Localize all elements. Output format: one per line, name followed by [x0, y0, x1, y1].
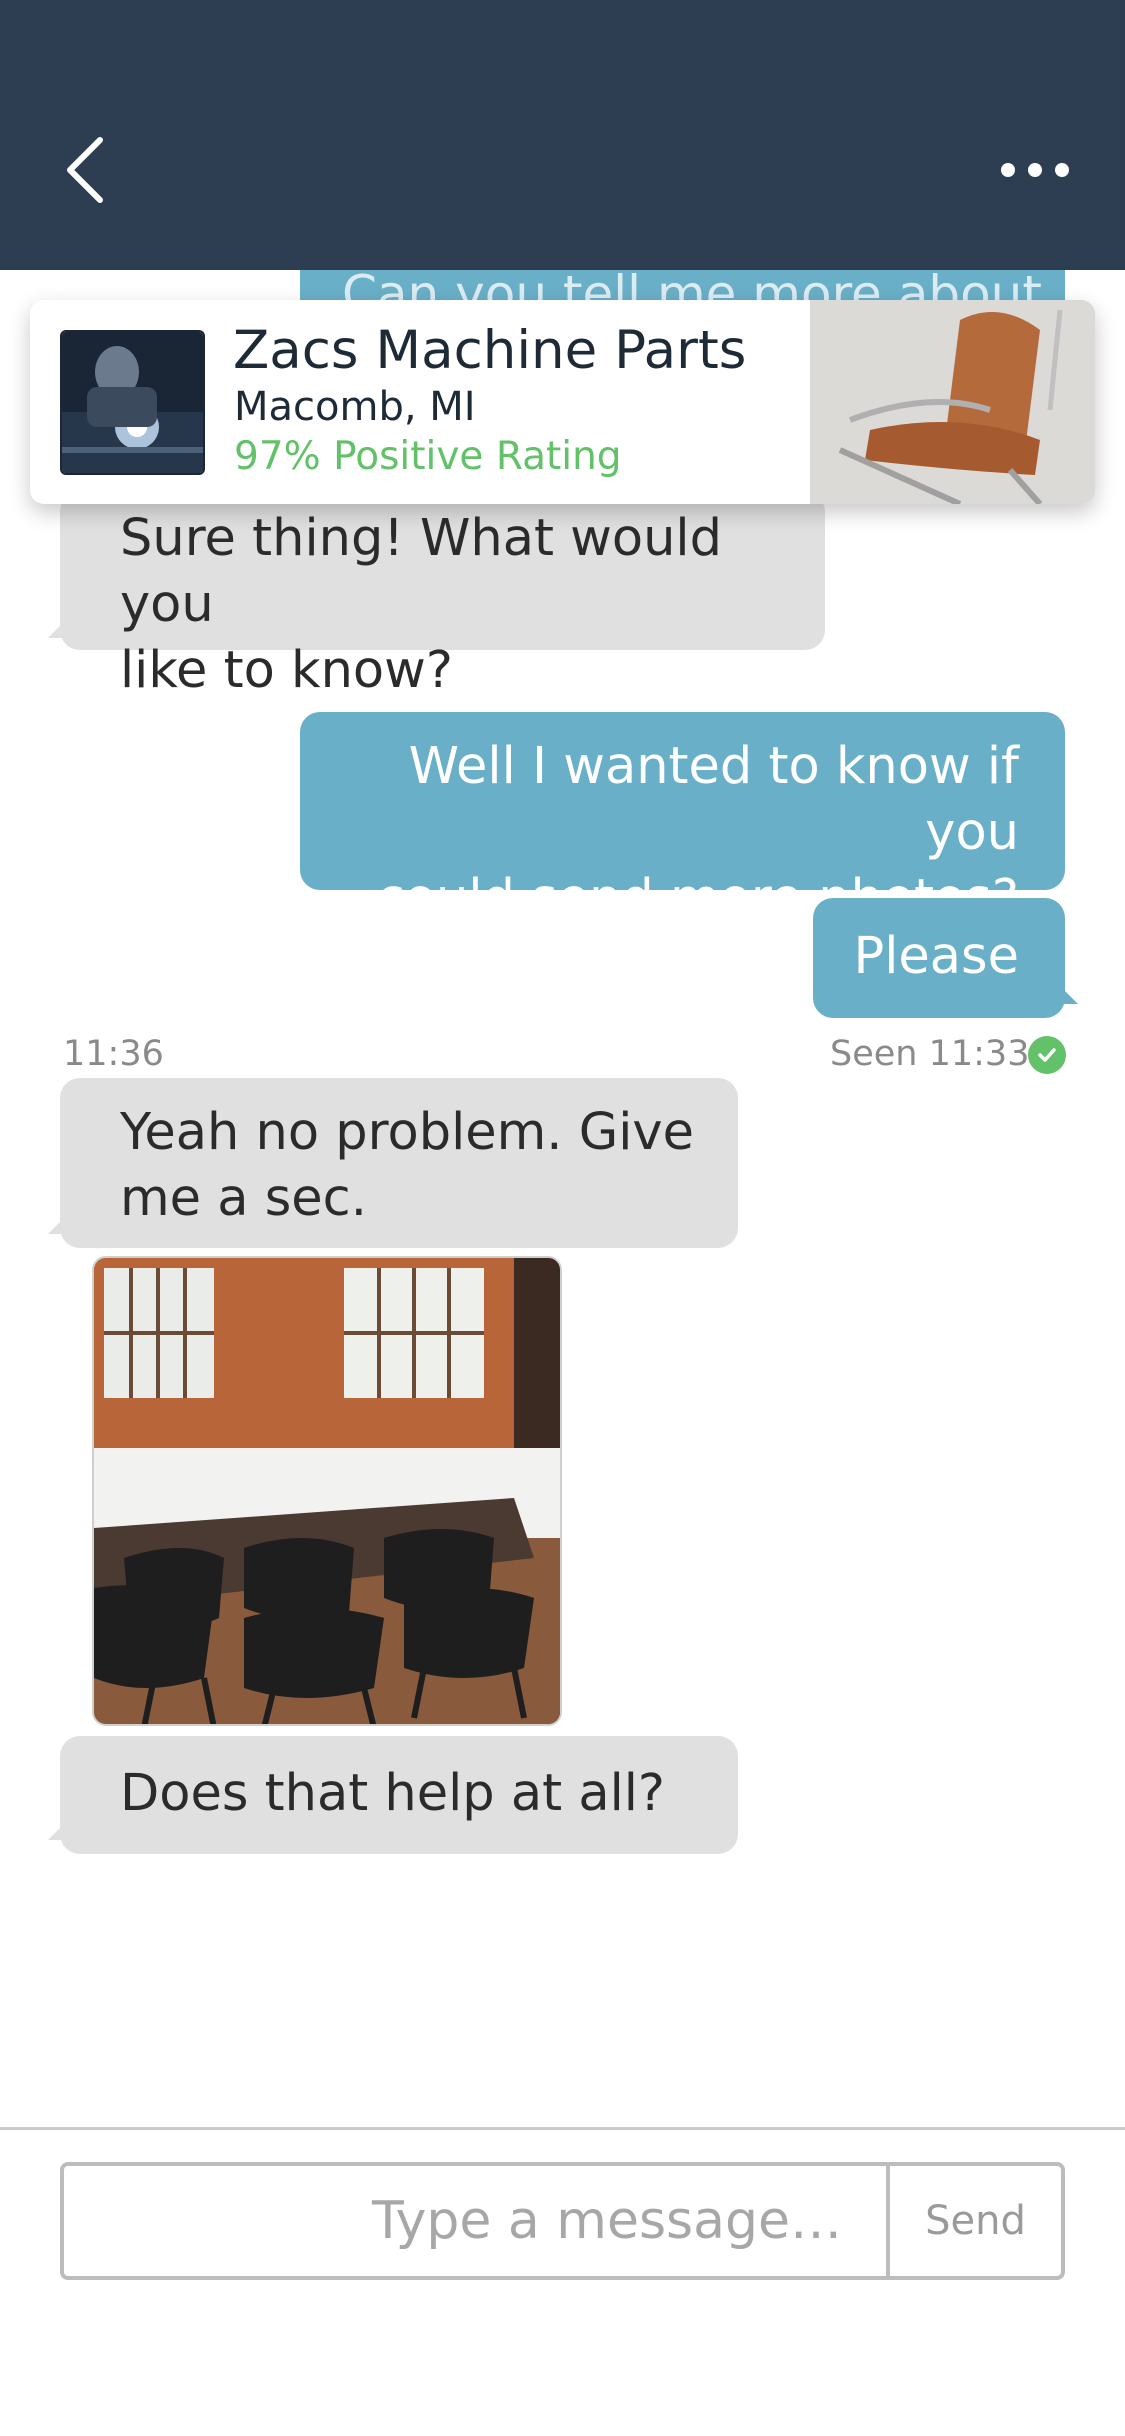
message-text-line: me a sec. [120, 1169, 367, 1228]
message-bubble-incoming[interactable]: Does that help at all? [60, 1736, 738, 1854]
message-text-line: Sure thing! What would you [120, 509, 722, 634]
back-button[interactable] [50, 130, 120, 210]
seller-rating: 97% Positive Rating [234, 434, 622, 479]
more-dot [1055, 163, 1069, 177]
message-text-line: Please [853, 927, 1019, 986]
seller-card[interactable]: Zacs Machine Parts Macomb, MI 97% Positi… [30, 300, 1095, 504]
chevron-left-icon [67, 137, 103, 203]
message-image[interactable] [92, 1256, 562, 1726]
message-text-line: like to know? [120, 641, 453, 700]
message-bubble-outgoing[interactable]: Please [813, 898, 1065, 1018]
message-timestamp: 11:36 [63, 1034, 164, 1074]
message-text-line: Yeah no problem. Give [120, 1103, 694, 1162]
message-text-line: Well I wanted to know if you [408, 737, 1019, 862]
message-composer: Send [60, 2162, 1065, 2280]
message-input[interactable] [64, 2166, 886, 2276]
send-button[interactable]: Send [890, 2166, 1061, 2276]
more-horizontal-icon [1001, 163, 1015, 177]
more-options-button[interactable] [990, 140, 1080, 200]
bubble-tail [1052, 978, 1078, 1004]
bubble-tail [48, 1208, 74, 1234]
composer-divider [0, 2127, 1125, 2130]
bubble-tail [48, 1814, 74, 1840]
seen-status: Seen 11:33 [830, 1034, 1030, 1074]
app-header [0, 0, 1125, 270]
more-dot [1028, 163, 1042, 177]
product-thumbnail[interactable] [810, 300, 1095, 504]
bubble-tail [48, 612, 74, 638]
message-text-line: Does that help at all? [120, 1764, 665, 1823]
seller-name: Zacs Machine Parts [233, 320, 747, 381]
seller-avatar [60, 330, 205, 475]
message-bubble-incoming[interactable]: Yeah no problem. Give me a sec. [60, 1078, 738, 1248]
seller-location: Macomb, MI [234, 384, 476, 430]
message-bubble-incoming[interactable]: Sure thing! What would you like to know? [60, 492, 825, 700]
check-circle-icon [1028, 1036, 1066, 1074]
message-bubble-outgoing[interactable]: Well I wanted to know if you could send … [300, 712, 1065, 928]
